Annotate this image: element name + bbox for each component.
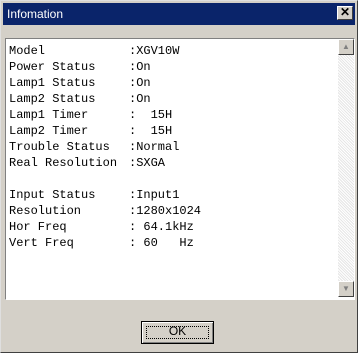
info-value: :On	[129, 60, 151, 74]
info-line-lamp2-status: Lamp2 Status :On	[9, 91, 151, 107]
info-label: Trouble Status	[9, 140, 110, 154]
title-bar[interactable]: Infomation ✕	[3, 3, 355, 25]
ok-button-label: OK	[168, 324, 187, 338]
info-line-hor-freq: Hor Freq : 64.1kHz	[9, 219, 194, 235]
info-label: Hor Freq	[9, 220, 67, 234]
ok-button[interactable]: OK	[141, 321, 214, 344]
info-value: :Normal	[129, 140, 180, 154]
info-text-box[interactable]: Model :XGV10W Power Status :On Lamp1 Statu…	[5, 38, 355, 300]
info-value: :On	[129, 92, 151, 106]
info-value: : 15H	[129, 124, 173, 138]
arrow-down-icon: ▼	[342, 284, 350, 293]
info-line-vert-freq: Vert Freq : 60 Hz	[9, 235, 194, 251]
info-value: :1280x1024	[129, 204, 202, 218]
info-label: Model	[9, 44, 46, 58]
info-label: Lamp1 Timer	[9, 108, 89, 122]
info-label: Resolution	[9, 204, 82, 218]
info-label: Lamp2 Status	[9, 92, 96, 106]
close-button[interactable]: ✕	[337, 6, 353, 20]
info-value: :SXGA	[129, 156, 166, 170]
scroll-down-button[interactable]: ▼	[338, 281, 354, 297]
info-value: : 60 Hz	[129, 236, 194, 250]
info-label: Power Status	[9, 60, 96, 74]
info-line-lamp1-status: Lamp1 Status :On	[9, 75, 151, 91]
info-line-input-status: Input Status :Input1	[9, 187, 179, 203]
info-value: :Input1	[129, 188, 180, 202]
info-line-power-status: Power Status :On	[9, 59, 151, 75]
scroll-up-button[interactable]: ▲	[338, 39, 354, 55]
info-line-trouble-status: Trouble Status :Normal	[9, 139, 179, 155]
info-label: Lamp1 Status	[9, 76, 96, 90]
information-dialog: Infomation ✕ Model :XGV10W Power Status :O…	[0, 0, 358, 353]
info-label: Real Resolution	[9, 156, 118, 170]
info-line-resolution: Resolution :1280x1024	[9, 203, 201, 219]
close-icon: ✕	[339, 5, 351, 19]
info-label: Lamp2 Timer	[9, 124, 89, 138]
vertical-scrollbar[interactable]: ▲ ▼	[338, 39, 354, 297]
info-label: Input Status	[9, 188, 96, 202]
info-line-lamp1-timer: Lamp1 Timer : 15H	[9, 107, 172, 123]
arrow-up-icon: ▲	[342, 42, 350, 51]
info-line-real-resolution: Real Resolution :SXGA	[9, 155, 165, 171]
window-title: Infomation	[7, 7, 64, 21]
info-text-area: Model :XGV10W Power Status :On Lamp1 Statu…	[6, 39, 332, 297]
info-value: :On	[129, 76, 151, 90]
info-value: :XGV10W	[129, 44, 180, 58]
info-label: Vert Freq	[9, 236, 74, 250]
info-value: : 15H	[129, 108, 173, 122]
info-line-model: Model :XGV10W	[9, 43, 179, 59]
info-line-lamp2-timer: Lamp2 Timer : 15H	[9, 123, 172, 139]
info-value: : 64.1kHz	[129, 220, 194, 234]
